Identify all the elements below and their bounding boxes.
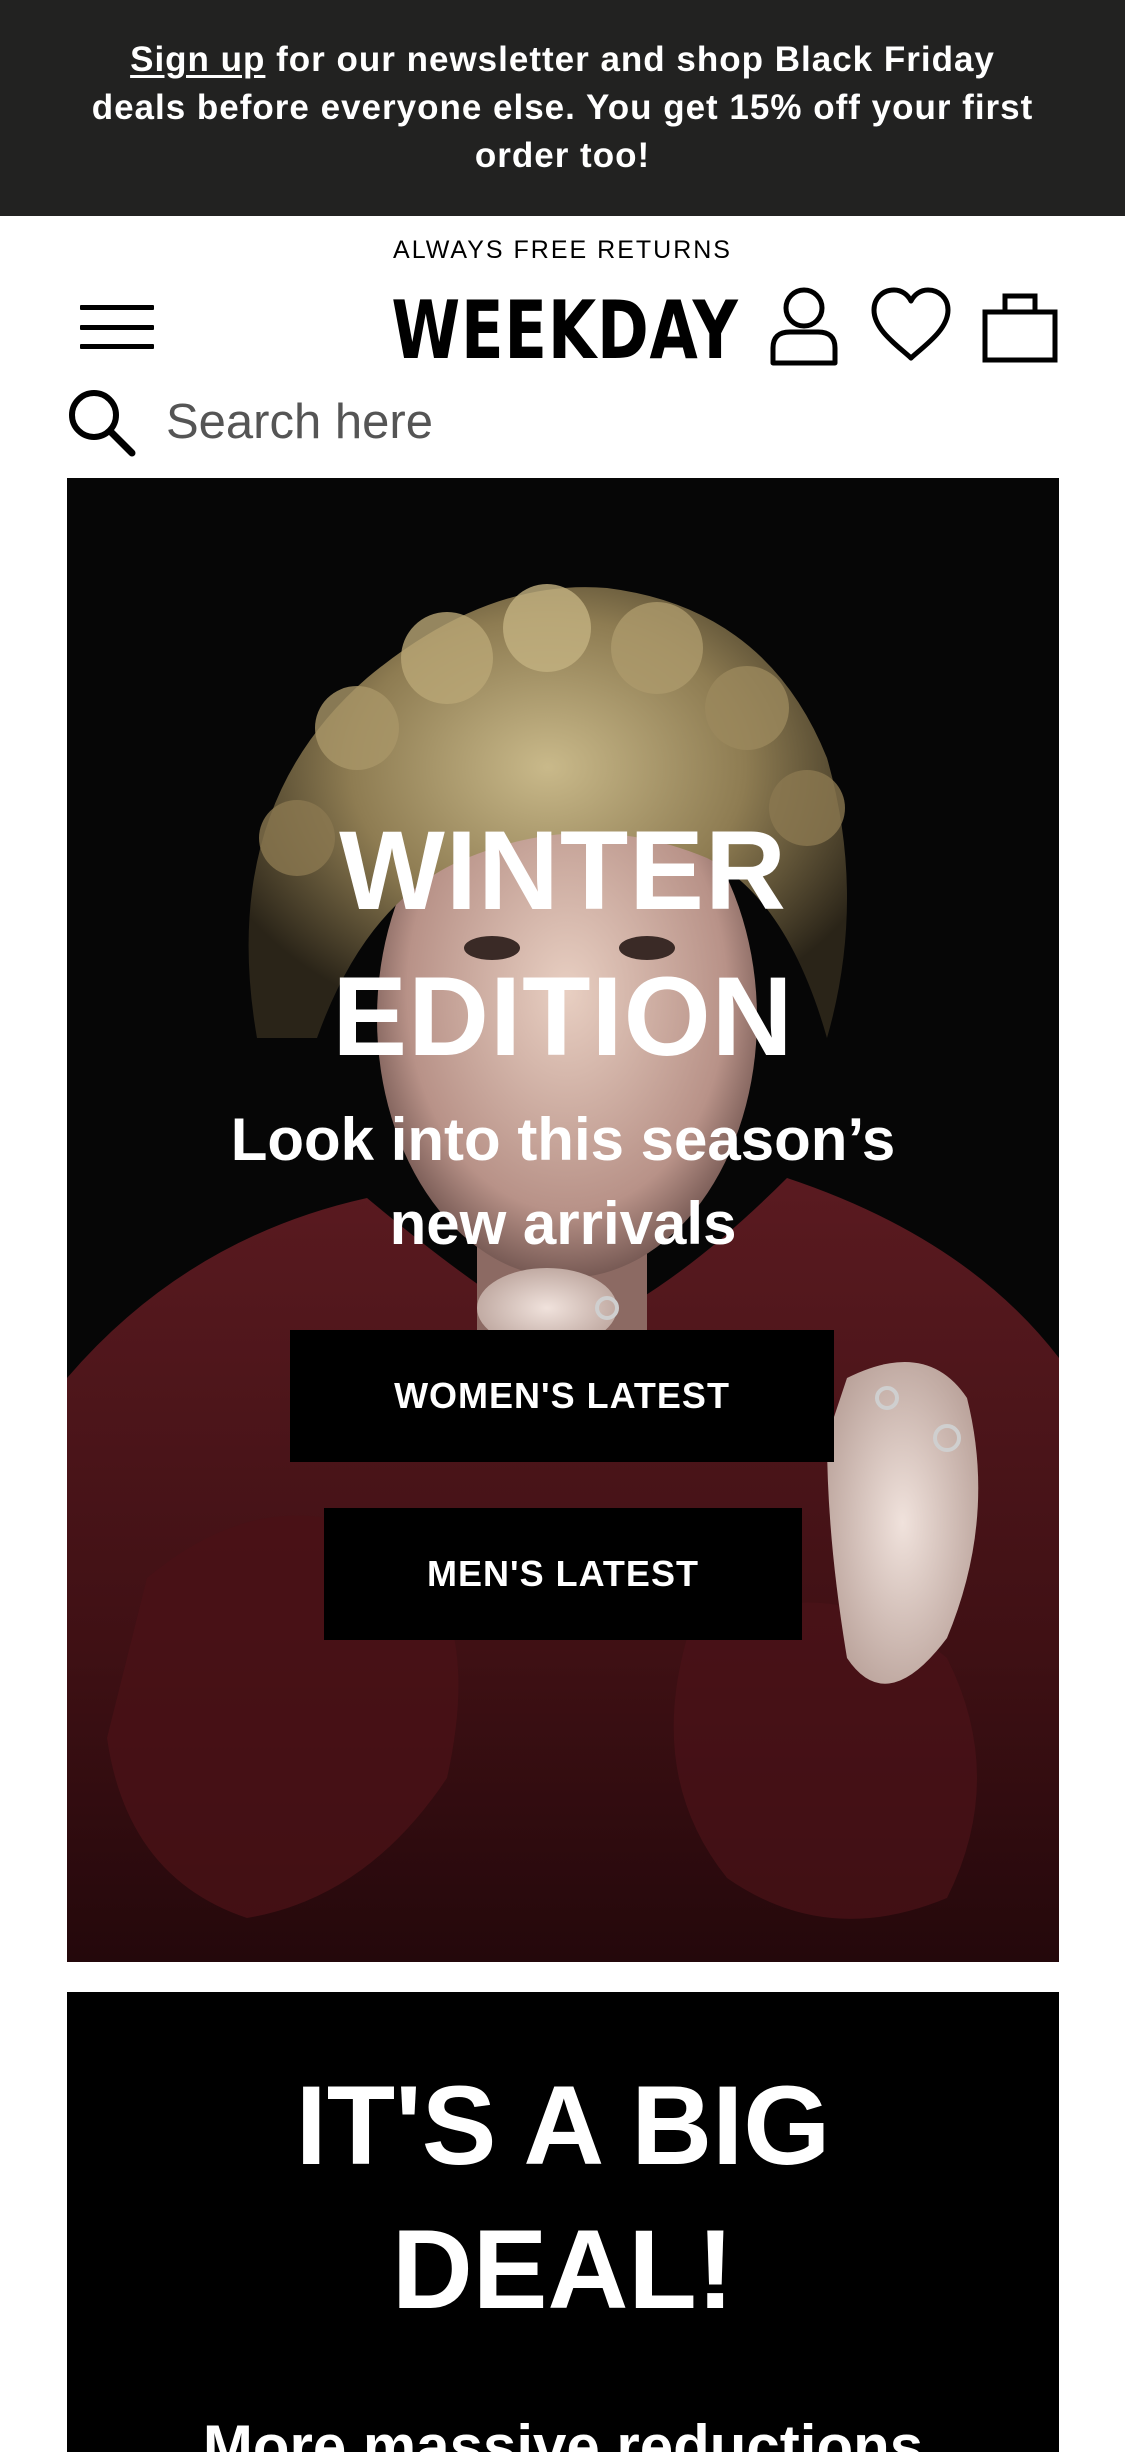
menu-icon-bar	[80, 305, 154, 310]
hero-title-line: EDITION	[332, 954, 794, 1079]
search-bar[interactable]	[66, 384, 1066, 460]
deal-title-line: IT'S A BIG	[295, 2063, 831, 2188]
free-returns-note: ALWAYS FREE RETURNS	[393, 236, 732, 264]
search-input[interactable]	[166, 394, 966, 450]
hero-title-line: WINTER	[339, 808, 787, 933]
menu-icon-bar	[80, 324, 154, 330]
account-icon[interactable]	[768, 286, 840, 366]
womens-latest-button[interactable]: WOMEN'S LATEST	[290, 1330, 834, 1462]
signup-link[interactable]: Sign up	[130, 40, 265, 79]
hero-subtitle-line: new arrivals	[389, 1190, 737, 1257]
bag-icon[interactable]	[981, 290, 1059, 364]
hero-banner[interactable]: WINTER EDITION Look into this season’s n…	[67, 478, 1059, 1962]
search-icon[interactable]	[66, 387, 136, 457]
deal-title: IT'S A BIG DEAL!	[67, 2054, 1059, 2342]
newsletter-banner: Sign up for our newsletter and shop Blac…	[0, 0, 1125, 216]
hero-title: WINTER EDITION	[67, 798, 1059, 1090]
big-deal-promo[interactable]: IT'S A BIG DEAL! More massive reductions	[67, 1992, 1059, 2452]
brand-logo[interactable]: WEEKDAY	[391, 284, 737, 377]
hero-subtitle-line: Look into this season’s	[230, 1106, 896, 1173]
menu-icon-bar	[80, 344, 154, 349]
deal-subtitle: More massive reductions	[202, 2413, 924, 2452]
hero-content: WINTER EDITION Look into this season’s n…	[67, 478, 1059, 1962]
hero-subtitle: Look into this season’s new arrivals	[167, 1098, 959, 1266]
menu-button[interactable]	[80, 302, 154, 352]
mens-latest-button[interactable]: MEN'S LATEST	[324, 1508, 802, 1640]
deal-title-line: DEAL!	[391, 2207, 735, 2332]
newsletter-message: Sign up for our newsletter and shop Blac…	[90, 36, 1035, 180]
heart-icon[interactable]	[868, 286, 954, 364]
